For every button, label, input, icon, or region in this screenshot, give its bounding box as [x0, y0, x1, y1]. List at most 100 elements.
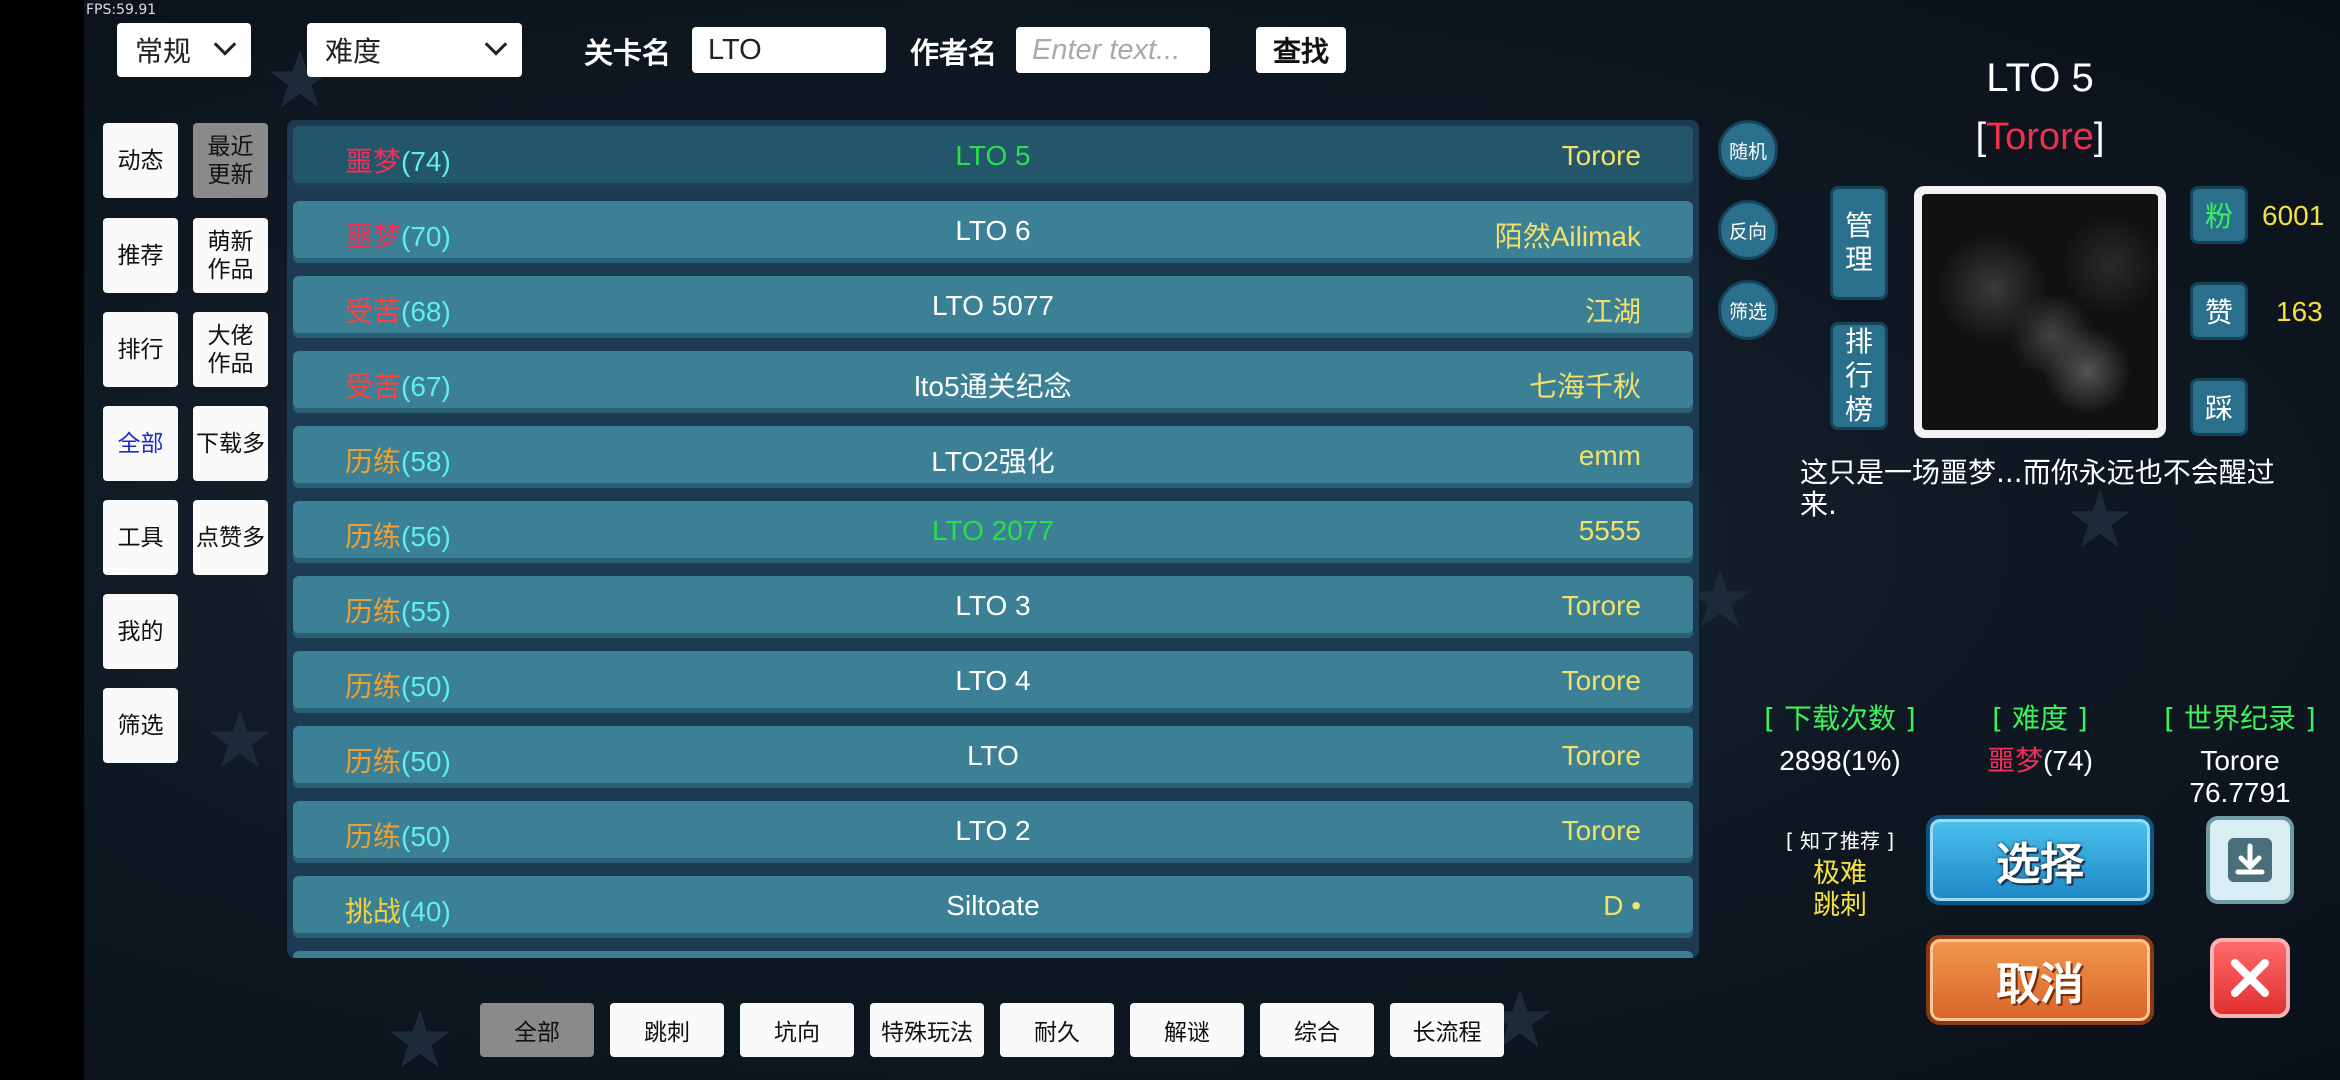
category-dynamic-button[interactable]: 动态: [103, 123, 178, 198]
detail-title: LTO 5: [1986, 56, 2094, 100]
category-expert-button[interactable]: 大佬 作品: [193, 312, 268, 387]
tag-puzzle-button[interactable]: 解谜: [1130, 1003, 1244, 1057]
close-button[interactable]: [2210, 938, 2290, 1018]
level-row[interactable]: 受苦(67) lto5通关纪念 七海千秋: [293, 351, 1693, 413]
level-row[interactable]: 受苦(68) LTO 5077 江湖: [293, 276, 1693, 338]
level-name: LTO 2077: [932, 515, 1054, 546]
tag-endurance-button[interactable]: 耐久: [1000, 1003, 1114, 1057]
random-button[interactable]: 随机: [1718, 120, 1778, 180]
world-record-value: Torore 76.7791: [2160, 745, 2320, 809]
bracket-close: ]: [2093, 116, 2105, 158]
mode-dropdown[interactable]: 常规: [117, 23, 251, 77]
filter-round-button[interactable]: 筛选: [1718, 280, 1778, 340]
difficulty-value: 噩梦(74): [1960, 745, 2120, 777]
manage-button[interactable]: 管 理: [1830, 186, 1888, 300]
reverse-button[interactable]: 反向: [1718, 200, 1778, 260]
category-most-liked-button[interactable]: 点赞多: [193, 500, 268, 575]
level-row[interactable]: 历练(50) LTO 4 Torore: [293, 651, 1693, 713]
chevron-down-icon: [213, 33, 237, 56]
level-description: 这只是一场噩梦...而你永远也不会醒过来.: [1800, 456, 2275, 521]
like-count: 163: [2276, 296, 2323, 327]
download-button[interactable]: [2206, 816, 2294, 904]
record-holder: Torore: [2200, 745, 2280, 776]
difficulty-heading: [ 难度 ]: [1992, 702, 2088, 735]
tag-special-button[interactable]: 特殊玩法: [870, 1003, 984, 1057]
preview-thumbnail: [1922, 194, 2158, 430]
level-author: 七海千秋: [1528, 371, 1641, 402]
bracket-open: [: [1975, 116, 1987, 158]
category-recent-button[interactable]: 最近 更新: [193, 123, 268, 198]
level-row[interactable]: 噩梦(74) LTO 5 Torore: [293, 126, 1693, 188]
level-name: LTO 5077: [932, 290, 1054, 321]
select-button[interactable]: 选择: [1926, 815, 2154, 905]
leaderboard-button[interactable]: 排 行 榜: [1830, 322, 1888, 430]
level-row[interactable]: 历练(50) LTO Torore: [293, 726, 1693, 788]
level-row[interactable]: 挑战(40) Siltoate D •: [293, 876, 1693, 938]
level-list[interactable]: 噩梦(74) LTO 5 Torore 噩梦(70) LTO 6 陌然Ailimak 受苦(…: [287, 120, 1699, 958]
difficulty-dropdown-label: 难度: [325, 35, 382, 68]
level-row[interactable]: [293, 951, 1693, 958]
fans-count: 6001: [2262, 200, 2325, 231]
bg-star-icon: ★: [204, 693, 276, 786]
level-author: emm: [1578, 440, 1641, 471]
manage-button-label: 管 理: [1844, 209, 1873, 276]
detail-author-name[interactable]: Torore: [1986, 116, 2094, 158]
downloads-heading: [ 下载次数 ]: [1764, 702, 1916, 735]
level-name: lto5通关纪念: [914, 371, 1072, 402]
level-row[interactable]: 历练(50) LTO 2 Torore: [293, 801, 1693, 863]
level-name: LTO2强化: [931, 446, 1055, 477]
level-author: Torore: [1561, 590, 1641, 621]
author-label: 作者名: [910, 36, 998, 70]
screen: ★ ★ ★ ★ ★ ★ FPS:59.91 常规 难度 关卡名 作者名 查找 动…: [0, 0, 2340, 1080]
tag-mixed-button[interactable]: 综合: [1260, 1003, 1374, 1057]
level-author: Torore: [1561, 740, 1641, 771]
tag-long-button[interactable]: 长流程: [1390, 1003, 1504, 1057]
level-name-input[interactable]: [692, 27, 886, 73]
cancel-button[interactable]: 取消: [1926, 935, 2154, 1025]
fps-counter: FPS:59.91: [86, 2, 157, 18]
difficulty-dropdown[interactable]: 难度: [307, 23, 522, 77]
level-name: LTO 2: [955, 815, 1031, 846]
difficulty-number: (74): [2043, 745, 2093, 776]
bg-star-icon: ★: [384, 993, 456, 1080]
record-time: 76.7791: [2189, 777, 2291, 808]
like-button[interactable]: 赞: [2190, 282, 2248, 340]
level-name-label: 关卡名: [584, 36, 672, 70]
level-row[interactable]: 历练(58) LTO2强化 emm: [293, 426, 1693, 488]
tag-trap-button[interactable]: 坑向: [740, 1003, 854, 1057]
category-most-downloaded-button[interactable]: 下载多: [193, 406, 268, 481]
category-recommend-button[interactable]: 推荐: [103, 218, 178, 293]
category-all-button[interactable]: 全部: [103, 406, 178, 481]
search-button[interactable]: 查找: [1256, 27, 1346, 73]
recommend-label: [ 知了推荐 ]: [1785, 829, 1895, 853]
dislike-button[interactable]: 踩: [2190, 378, 2248, 436]
level-author: 陌然Ailimak: [1494, 221, 1641, 252]
level-row[interactable]: 历练(55) LTO 3 Torore: [293, 576, 1693, 638]
level-author: Torore: [1561, 815, 1641, 846]
recommend-tag: 跳刺: [1813, 890, 1867, 921]
difficulty-name: 噩梦: [1987, 745, 2044, 776]
level-name: LTO 6: [955, 215, 1031, 246]
chevron-down-icon: [484, 33, 508, 56]
category-newbie-button[interactable]: 萌新 作品: [193, 218, 268, 293]
level-name: LTO: [967, 740, 1019, 771]
level-author: 江湖: [1584, 296, 1641, 327]
detail-author: [Torore]: [1840, 116, 2240, 159]
world-record-heading: [ 世界纪录 ]: [2164, 702, 2316, 735]
fans-button[interactable]: 粉: [2190, 186, 2248, 244]
download-icon: [2228, 838, 2272, 882]
mode-dropdown-label: 常规: [135, 35, 192, 68]
level-row[interactable]: 噩梦(70) LTO 6 陌然Ailimak: [293, 201, 1693, 263]
level-name: LTO 5: [955, 140, 1031, 171]
level-row[interactable]: 历练(56) LTO 2077 5555: [293, 501, 1693, 563]
tag-all-button[interactable]: 全部: [480, 1003, 594, 1057]
category-tools-button[interactable]: 工具: [103, 500, 178, 575]
tag-spike-jump-button[interactable]: 跳刺: [610, 1003, 724, 1057]
level-name: LTO 4: [955, 665, 1031, 696]
author-input[interactable]: [1016, 27, 1210, 73]
downloads-value: 2898(1%): [1779, 745, 1901, 776]
level-preview-image: [1914, 186, 2166, 438]
category-filter-button[interactable]: 筛选: [103, 688, 178, 763]
category-mine-button[interactable]: 我的: [103, 594, 178, 669]
category-rank-button[interactable]: 排行: [103, 312, 178, 387]
